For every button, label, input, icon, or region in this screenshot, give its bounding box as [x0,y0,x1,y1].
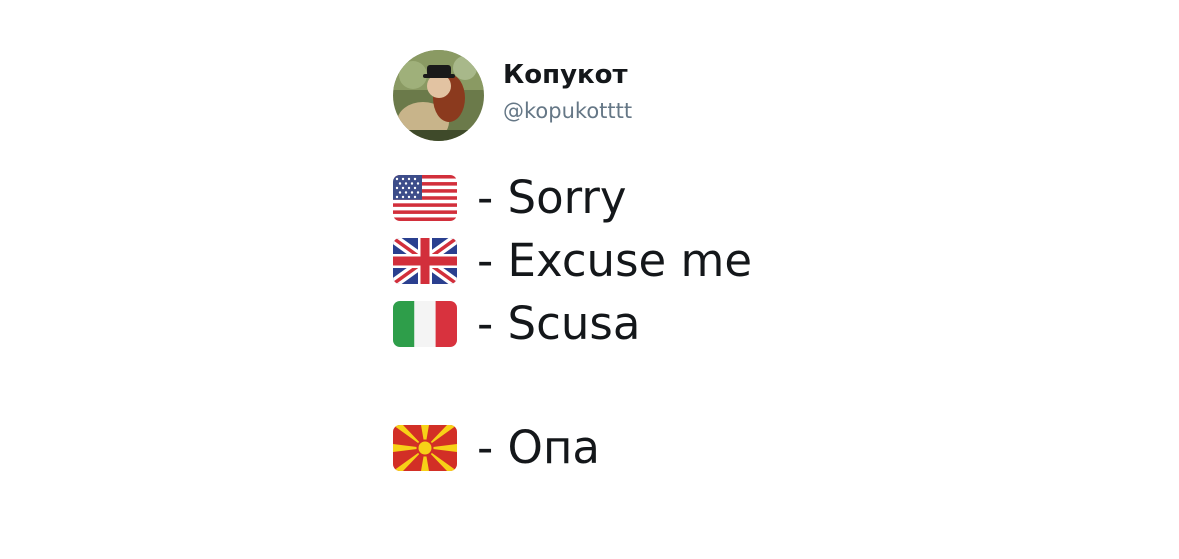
line-text: - Sorry [477,171,627,224]
avatar[interactable] [393,50,484,141]
tweet-line: - Опа [393,418,600,478]
line-text: - Опа [477,421,600,474]
avatar-image [393,50,484,141]
north-macedonia-flag-icon [393,425,457,471]
us-flag-icon [393,175,457,221]
uk-flag-icon [393,238,457,284]
italy-flag-icon [393,301,457,347]
user-handle[interactable]: @kopukotttt [503,96,632,126]
display-name[interactable]: Копукот [503,58,632,92]
tweet-card: Копукот @kopukotttt - Sorry - Excuse me … [393,50,893,474]
user-names: Копукот @kopukotttt [503,58,632,126]
tweet-line: - Excuse me [393,231,752,291]
tweet-line: - Sorry [393,168,626,228]
tweet-line: - Scusa [393,294,640,354]
tweet-header: Копукот @kopukotttt [393,50,893,142]
line-text: - Excuse me [477,234,753,287]
line-text: - Scusa [477,297,641,350]
